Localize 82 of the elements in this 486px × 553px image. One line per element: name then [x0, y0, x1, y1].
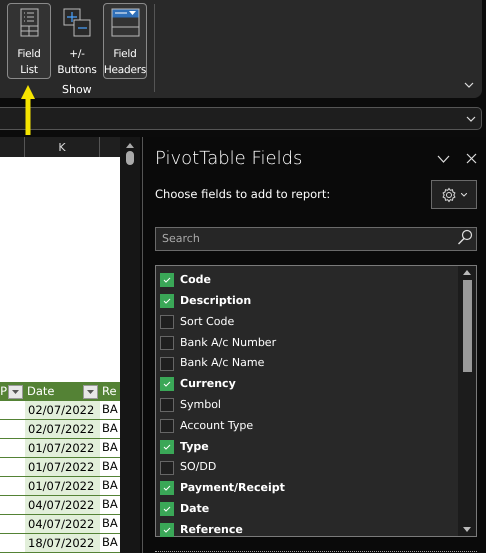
ribbon-button[interactable]: +/- Buttons — [54, 3, 100, 79]
expand-icon — [464, 82, 474, 88]
checkbox[interactable] — [160, 356, 174, 371]
checkbox[interactable] — [160, 481, 174, 496]
search-icon — [457, 229, 473, 245]
caret-icon — [12, 390, 19, 394]
table-cell-text: BA — [101, 496, 119, 514]
check-icon — [163, 381, 171, 388]
column-header: Date — [26, 382, 54, 400]
table-cell: 01/07/2022 — [25, 477, 100, 495]
table-cell: 02/07/2022 — [25, 401, 100, 419]
scroll-up-icon — [463, 270, 471, 275]
checkbox[interactable] — [160, 336, 174, 350]
column-header: Re — [101, 382, 117, 400]
close-icon — [466, 153, 477, 164]
table-cell-text: BA — [101, 439, 119, 456]
header-icon — [110, 8, 140, 37]
table-cell-text: BA — [101, 477, 119, 494]
field-label[interactable]: Sort Code — [180, 314, 234, 330]
scrollbar[interactable] — [458, 266, 476, 536]
plus-minus-icon — [62, 8, 92, 37]
table-cell: 04/07/2022 — [25, 496, 100, 514]
filter-button[interactable] — [8, 384, 23, 398]
checkbox[interactable] — [160, 502, 174, 516]
table-cell: 01/07/2022 — [25, 458, 100, 476]
column-header: K — [25, 137, 100, 157]
caret-icon — [87, 390, 94, 394]
field-label[interactable]: Description — [180, 292, 252, 310]
chevron-down-icon — [466, 116, 476, 122]
caret-icon — [461, 192, 467, 196]
field-label[interactable]: SO/DD — [180, 459, 216, 476]
check-icon — [163, 485, 171, 492]
scroll-up-icon — [126, 143, 134, 148]
ribbon-button[interactable]: Field Headers — [103, 3, 147, 79]
table-cell-text: BA — [101, 534, 119, 552]
filter-button[interactable] — [83, 384, 98, 398]
field-label[interactable]: Date — [180, 500, 210, 518]
check-icon — [163, 298, 171, 304]
checkbox[interactable] — [160, 273, 174, 288]
field-label[interactable]: Account Type — [180, 418, 254, 434]
field-label[interactable]: Bank A/c Number — [180, 334, 276, 352]
check-icon — [163, 506, 171, 512]
checkbox[interactable] — [160, 398, 174, 412]
collapse-icon — [437, 154, 450, 162]
field-label[interactable]: Symbol — [180, 396, 221, 414]
panel-title: PivotTable Fields — [155, 147, 302, 171]
table-cell: 04/07/2022 — [25, 515, 100, 533]
scroll-thumb[interactable] — [462, 280, 472, 372]
field-label[interactable]: Type — [180, 438, 209, 456]
checkbox[interactable] — [160, 294, 174, 308]
scroll-down-icon — [463, 527, 471, 532]
search-field[interactable]: Search — [155, 226, 477, 250]
gear-icon — [441, 186, 457, 202]
field-label[interactable]: Reference — [180, 522, 243, 538]
checkbox[interactable] — [160, 418, 174, 433]
table-cell: 02/07/2022 — [25, 420, 100, 438]
table-cell-text: BA — [101, 515, 119, 532]
table-cell: 01/07/2022 — [25, 439, 100, 457]
settings-button[interactable] — [431, 180, 477, 209]
field-label[interactable]: Payment/Receipt — [180, 480, 285, 497]
scrollbar[interactable] — [120, 137, 140, 553]
group-label: Show — [62, 82, 92, 98]
checkbox[interactable] — [160, 460, 174, 475]
check-icon — [163, 526, 171, 533]
field-label[interactable]: Bank A/c Name — [180, 355, 264, 372]
scroll-thumb — [126, 151, 134, 165]
table-cell-text: BA — [101, 420, 119, 438]
checkbox[interactable] — [160, 377, 174, 392]
table-cell-text: BA — [101, 401, 119, 418]
checkbox[interactable] — [160, 440, 174, 454]
panel-subtitle: Choose fields to add to report: — [155, 186, 330, 203]
checkbox[interactable] — [160, 522, 174, 537]
column-header: P — [0, 382, 7, 400]
field-label[interactable]: Currency — [180, 376, 236, 393]
ribbon-button[interactable]: Field List — [7, 3, 51, 79]
table-cell: 18/07/2022 — [25, 534, 100, 552]
field-label[interactable]: Code — [180, 272, 211, 289]
checkbox[interactable] — [160, 314, 174, 329]
table-cell-text: BA — [101, 458, 119, 476]
arrow-drawing — [20, 83, 36, 135]
check-icon — [163, 444, 171, 450]
check-icon — [163, 277, 171, 284]
